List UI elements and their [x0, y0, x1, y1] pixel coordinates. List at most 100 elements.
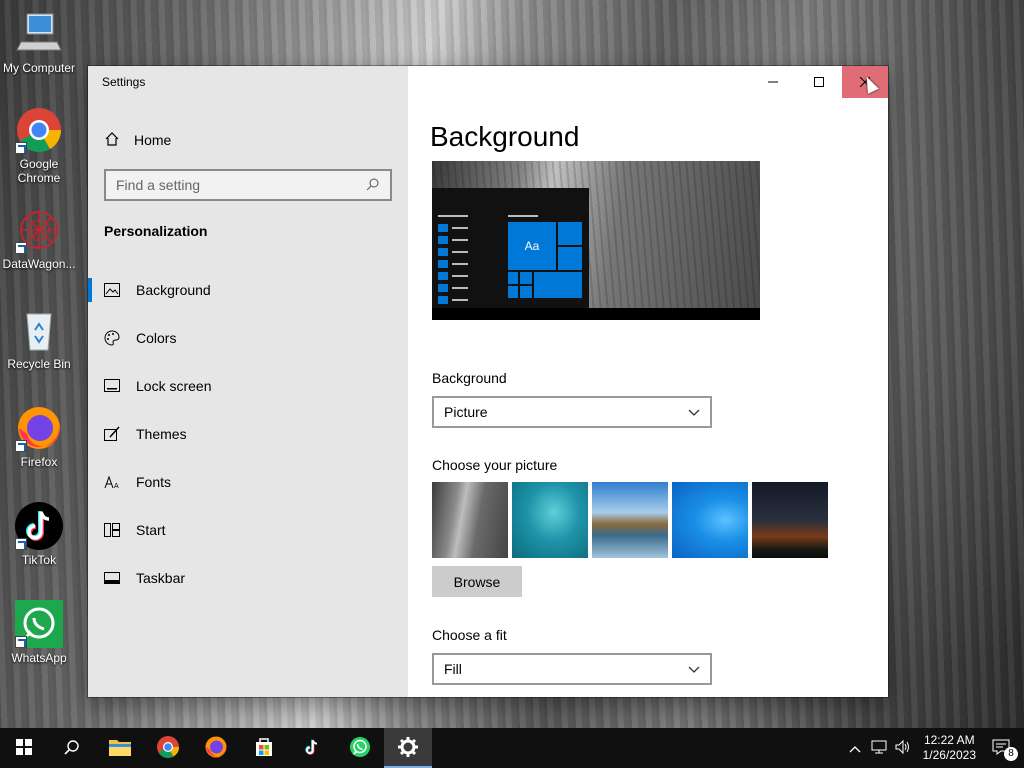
- background-label: Background: [432, 370, 507, 386]
- action-center-button[interactable]: 8: [984, 739, 1024, 761]
- search-icon[interactable]: [366, 177, 380, 194]
- fit-label: Choose a fit: [432, 627, 507, 643]
- browse-button[interactable]: Browse: [432, 566, 522, 597]
- desktop-icon-label: TikTok: [21, 553, 57, 567]
- volume-icon[interactable]: [891, 739, 915, 757]
- desktop-icon-tiktok[interactable]: TikTok: [2, 502, 76, 567]
- settings-search[interactable]: [104, 169, 392, 201]
- taskbar-firefox[interactable]: [192, 728, 240, 768]
- clock-time: 12:22 AM: [923, 733, 975, 747]
- palette-icon: [104, 330, 120, 346]
- sidebar-item-taskbar[interactable]: Taskbar: [88, 554, 408, 602]
- nav-list: Background Colors Lock screen Themes A F…: [88, 266, 408, 602]
- desktop-icon-my-computer[interactable]: My Computer: [2, 10, 76, 75]
- recycle-bin-icon: [15, 306, 63, 354]
- taskbar-microsoft-store[interactable]: [240, 728, 288, 768]
- background-preview: Aa: [432, 161, 760, 320]
- thumbnail-beach[interactable]: [592, 482, 668, 558]
- sidebar-item-themes[interactable]: Themes: [88, 410, 408, 458]
- sidebar-item-background[interactable]: Background: [88, 266, 408, 314]
- taskbar-chrome[interactable]: [144, 728, 192, 768]
- sidebar-item-label: Themes: [136, 426, 187, 442]
- page-title: Background: [430, 121, 580, 152]
- nav-home[interactable]: Home: [104, 129, 171, 151]
- maximize-button[interactable]: [796, 66, 842, 98]
- sidebar-item-label: Colors: [136, 330, 177, 346]
- desktop-icon-datawagon[interactable]: DataWagon...: [2, 206, 76, 271]
- sidebar-item-label: Taskbar: [136, 570, 186, 586]
- settings-content: Background Aa Background Picture Choose …: [408, 66, 888, 697]
- sidebar-item-lock-screen[interactable]: Lock screen: [88, 362, 408, 410]
- lock-screen-icon: [104, 378, 120, 394]
- chrome-icon: [156, 735, 180, 762]
- taskbar: 12:22 AM 1/26/2023 8: [0, 728, 1024, 768]
- thumbnail-underwater[interactable]: [512, 482, 588, 558]
- preview-tile: Aa: [508, 222, 556, 270]
- sidebar-item-label: Background: [136, 282, 211, 298]
- sidebar-item-fonts[interactable]: A Fonts: [88, 458, 408, 506]
- minimize-button[interactable]: [750, 66, 796, 98]
- background-dropdown[interactable]: Picture: [432, 396, 712, 428]
- picture-icon: [104, 282, 120, 298]
- fit-dropdown[interactable]: Fill: [432, 653, 712, 685]
- minimize-icon: [768, 74, 778, 90]
- chevron-down-icon: [688, 661, 700, 677]
- window-title: Settings: [102, 75, 146, 89]
- settings-window: Settings Home Personalization Background: [88, 66, 888, 697]
- themes-icon: [104, 426, 120, 442]
- preview-start-menu: Aa: [432, 188, 589, 308]
- taskbar-settings[interactable]: [384, 728, 432, 768]
- chrome-icon: [15, 106, 63, 154]
- clock-date: 1/26/2023: [922, 748, 976, 762]
- desktop-icon-firefox[interactable]: Firefox: [2, 404, 76, 469]
- tiktok-icon: [302, 737, 322, 760]
- desktop-icon-label: My Computer: [2, 61, 76, 75]
- choose-picture-label: Choose your picture: [432, 457, 558, 473]
- whatsapp-icon: [348, 735, 372, 762]
- start-icon: [104, 522, 120, 538]
- search-input[interactable]: [116, 177, 366, 193]
- gear-icon: [398, 736, 418, 760]
- sidebar-item-colors[interactable]: Colors: [88, 314, 408, 362]
- sidebar-item-label: Start: [136, 522, 166, 538]
- tiktok-icon: [15, 502, 63, 550]
- taskbar-clock[interactable]: 12:22 AM 1/26/2023: [915, 733, 984, 763]
- notification-count-badge: 8: [1004, 746, 1018, 761]
- taskbar-whatsapp[interactable]: [336, 728, 384, 768]
- taskbar-icon: [104, 570, 120, 586]
- preview-taskbar: [432, 308, 760, 320]
- picture-thumbnails: [432, 482, 828, 558]
- sidebar-item-label: Fonts: [136, 474, 172, 490]
- network-icon[interactable]: [867, 740, 891, 757]
- desktop-icon-label: Firefox: [20, 455, 58, 469]
- desktop-icon-label: Recycle Bin: [7, 357, 71, 371]
- desktop-icon-label: DataWagon...: [2, 257, 76, 271]
- background-dropdown-value: Picture: [444, 404, 488, 420]
- svg-text:A: A: [114, 483, 119, 489]
- chevron-up-icon[interactable]: [843, 740, 867, 756]
- desktop-icon-google-chrome[interactable]: Google Chrome: [2, 106, 76, 185]
- thumbnail-night-sky[interactable]: [752, 482, 828, 558]
- windows-logo-icon: [16, 738, 32, 758]
- maximize-icon: [814, 74, 824, 90]
- taskbar-search-button[interactable]: [48, 728, 96, 768]
- fonts-icon: A: [104, 474, 120, 490]
- computer-icon: [15, 10, 63, 58]
- whatsapp-icon: [15, 600, 63, 648]
- chevron-down-icon: [688, 404, 700, 420]
- sidebar-item-start[interactable]: Start: [88, 506, 408, 554]
- taskbar-tiktok[interactable]: [288, 728, 336, 768]
- fit-dropdown-value: Fill: [444, 661, 462, 677]
- desktop-icon-label: WhatsApp: [11, 651, 67, 665]
- datawagon-icon: [15, 206, 63, 254]
- system-tray: 12:22 AM 1/26/2023 8: [843, 728, 1024, 768]
- home-icon: [104, 131, 120, 150]
- thumbnail-windows[interactable]: [672, 482, 748, 558]
- search-icon: [64, 739, 80, 758]
- taskbar-file-explorer[interactable]: [96, 728, 144, 768]
- desktop-icon-whatsapp[interactable]: WhatsApp: [2, 600, 76, 665]
- desktop-icon-recycle-bin[interactable]: Recycle Bin: [2, 306, 76, 371]
- thumbnail-rock[interactable]: [432, 482, 508, 558]
- start-button[interactable]: [0, 728, 48, 768]
- sidebar-item-label: Lock screen: [136, 378, 212, 394]
